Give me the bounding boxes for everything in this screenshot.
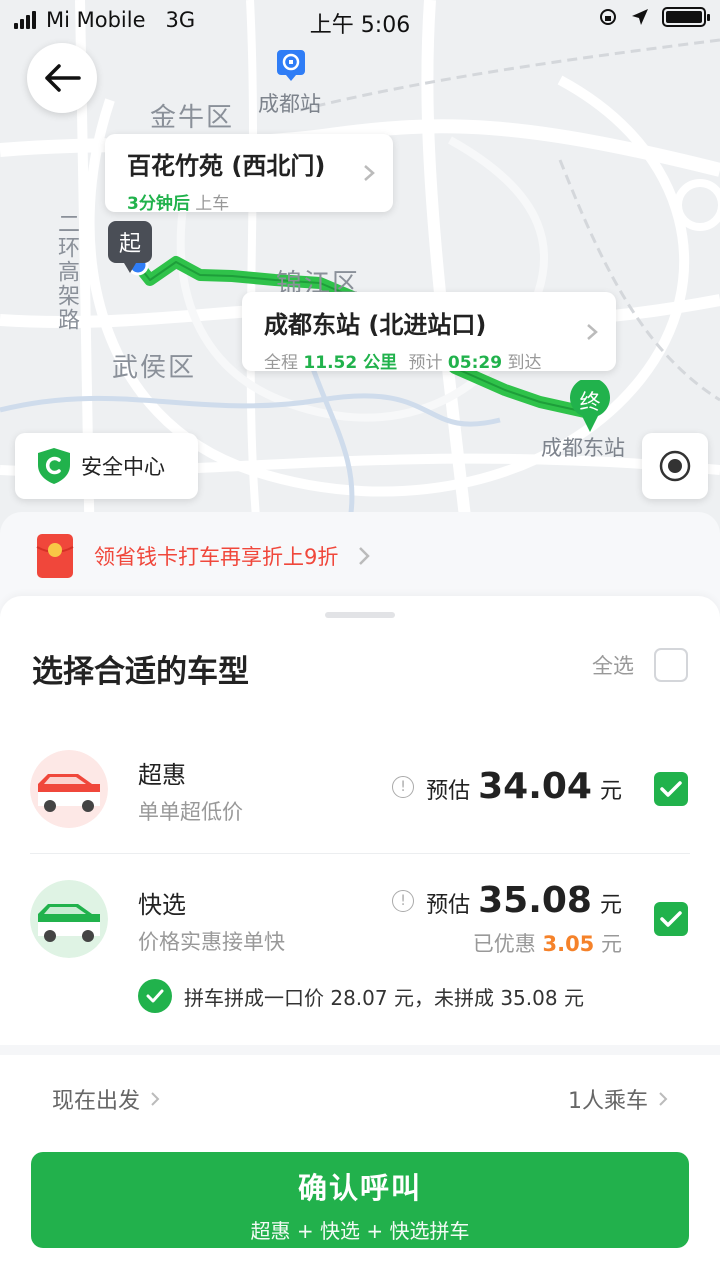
pickup-eta-suffix: 上车: [195, 194, 230, 214]
price-value: 35.08: [478, 880, 592, 921]
safety-center-button[interactable]: 安全中心: [15, 433, 198, 499]
departure-label: 现在出发: [52, 1089, 141, 1114]
price-unit: 元: [599, 779, 622, 804]
shield-icon: [38, 448, 70, 484]
chevron-right-icon: [359, 547, 371, 565]
estimate-label: 预估: [426, 779, 471, 804]
price-value: 34.04: [478, 766, 592, 807]
rotation-lock-icon: [600, 9, 616, 25]
section-separator: [0, 1045, 720, 1055]
back-button[interactable]: [27, 43, 97, 113]
red-car-icon: [30, 750, 108, 828]
map-label-ring-road: 二环高架路: [54, 212, 79, 332]
green-car-icon: [30, 880, 108, 958]
car-desc: 价格实惠接单快: [138, 930, 285, 954]
eta-suffix: 到达: [507, 353, 542, 373]
confirm-summary: 超惠 + 快选 + 快选拼车: [250, 1219, 470, 1243]
route-distance: 11.52 公里: [303, 353, 398, 373]
destination-callout[interactable]: 成都东站 (北进站口) 全程 11.52 公里 预计 05:29 到达: [242, 292, 616, 373]
select-all-label: 全选: [592, 654, 634, 678]
chevron-right-icon: [364, 165, 375, 181]
discount-unit: 元: [601, 932, 622, 956]
sheet-title: 选择合适的车型: [32, 654, 249, 690]
info-icon[interactable]: !: [392, 889, 415, 912]
map-label-wuhou: 武侯区: [112, 353, 197, 383]
start-pin-label: 起: [118, 232, 141, 257]
check-icon: [660, 781, 682, 797]
car-name: 快选: [138, 891, 186, 919]
car-checkbox[interactable]: [654, 902, 688, 936]
chevron-right-icon: [587, 323, 598, 340]
car-option-kuaixuan[interactable]: 快选 价格实惠接单快 ! 预估 35.08 元 已优惠 3.05 元: [0, 870, 720, 980]
check-icon: [660, 911, 682, 927]
location-arrow-icon: [632, 9, 648, 25]
locate-me-button[interactable]: [642, 433, 708, 499]
eta-label: 预计: [408, 353, 443, 373]
passenger-count-selector[interactable]: 1人乘车: [568, 1083, 668, 1115]
discount-value: 3.05: [542, 932, 595, 956]
end-pin-label: 终: [579, 390, 601, 414]
distance-label: 全程: [264, 353, 298, 373]
info-icon[interactable]: !: [392, 775, 415, 798]
confirm-call-button[interactable]: 确认呼叫 超惠 + 快选 + 快选拼车: [31, 1152, 689, 1248]
pickup-eta: 3分钟后: [127, 194, 190, 214]
select-all-checkbox[interactable]: [654, 648, 688, 682]
battery-icon: [662, 7, 710, 27]
chevron-right-icon: [151, 1092, 160, 1106]
car-option-chaohui[interactable]: 超惠 单单超低价 ! 预估 34.04 元: [0, 740, 720, 852]
price-estimate: ! 预估 35.08 元: [392, 880, 622, 921]
car-checkbox[interactable]: [654, 772, 688, 806]
select-all-toggle[interactable]: 全选: [592, 648, 688, 682]
carpool-checkbox[interactable]: [138, 979, 172, 1013]
check-icon: [146, 989, 164, 1003]
carpool-option[interactable]: 拼车拼成一口价 28.07 元，未拼成 35.08 元: [138, 979, 584, 1013]
map-label-chengdu-station: 成都站: [258, 92, 321, 116]
pickup-name: 百花竹苑 (西北门): [127, 152, 326, 180]
map-label-chengdu-east: 成都东站: [541, 436, 625, 460]
railway-station-icon: [277, 50, 305, 81]
passenger-label: 1人乘车: [568, 1089, 648, 1114]
back-arrow-icon: [45, 64, 81, 92]
safety-center-label: 安全中心: [81, 455, 165, 479]
chevron-right-icon: [659, 1092, 668, 1106]
locate-icon: [659, 450, 691, 482]
price-unit: 元: [599, 893, 622, 918]
confirm-label: 确认呼叫: [297, 1171, 422, 1205]
estimate-label: 预估: [426, 893, 471, 918]
pickup-callout[interactable]: 百花竹苑 (西北门) 3分钟后 上车: [105, 134, 393, 214]
departure-time-selector[interactable]: 现在出发: [52, 1083, 160, 1115]
arrival-eta: 05:29: [447, 353, 503, 373]
destination-name: 成都东站 (北进站口): [264, 311, 487, 339]
status-bar: Mi Mobile 3G 上午 5:06: [0, 0, 720, 40]
red-envelope-icon: [36, 534, 74, 578]
car-name: 超惠: [138, 761, 186, 789]
sheet-drag-handle[interactable]: [325, 612, 395, 618]
map-label-jinniu: 金牛区: [150, 103, 235, 133]
discount-info: 已优惠 3.05 元: [473, 928, 622, 958]
discount-label: 已优惠: [472, 932, 536, 956]
car-desc: 单单超低价: [138, 800, 243, 824]
row-divider: [30, 853, 690, 854]
price-estimate: ! 预估 34.04 元: [392, 766, 622, 807]
carpool-text: 拼车拼成一口价 28.07 元，未拼成 35.08 元: [184, 985, 584, 1010]
promo-text: 领省钱卡打车再享折上9折: [94, 545, 339, 569]
